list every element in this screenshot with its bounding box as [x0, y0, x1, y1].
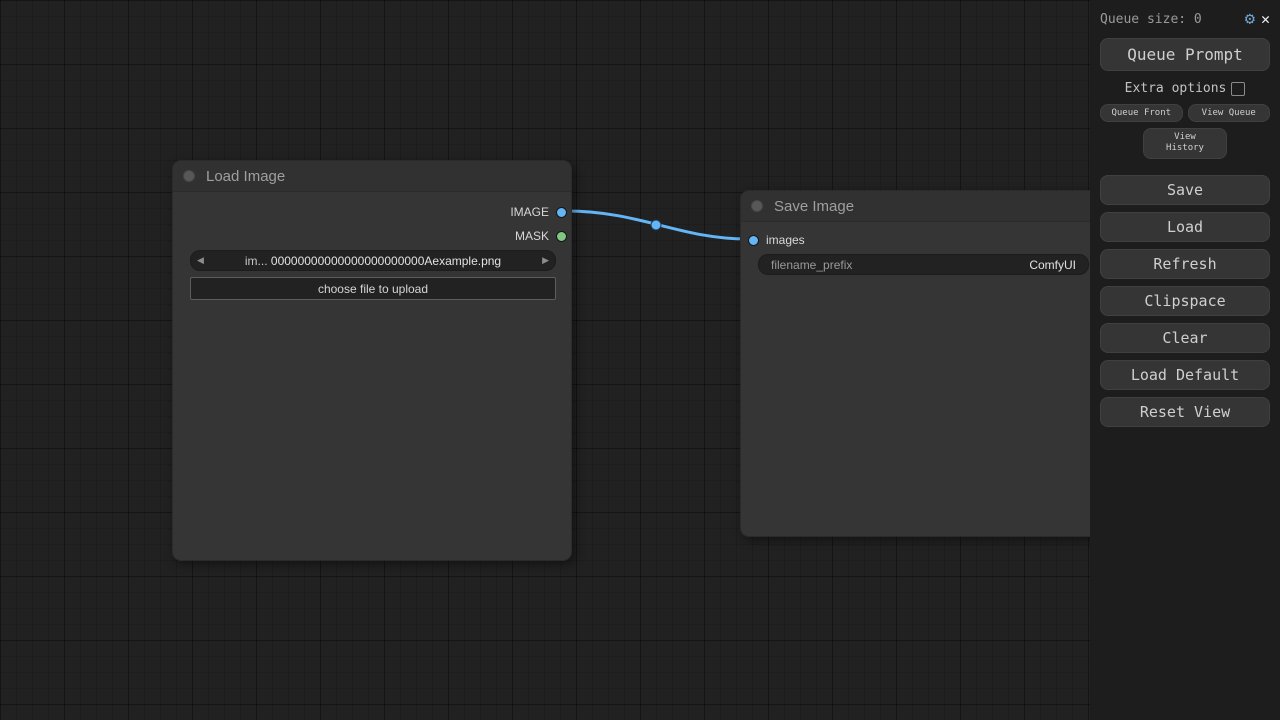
queue-size-label: Queue size: 0	[1100, 12, 1239, 27]
link-midpoint-dot[interactable]	[651, 220, 661, 230]
combo-right-arrow-icon[interactable]: ▶	[542, 255, 549, 266]
filename-prefix-widget[interactable]: filename_prefix ComfyUI	[758, 254, 1089, 275]
node-load-image[interactable]: Load Image IMAGE MASK ◀ im... 0000000000…	[172, 160, 572, 561]
refresh-button[interactable]: Refresh	[1100, 249, 1270, 279]
queue-size-row: Queue size: 0 ⚙ ✕	[1100, 8, 1270, 30]
clear-button[interactable]: Clear	[1100, 323, 1270, 353]
sidebar-button-group: Save Load Refresh Clipspace Clear Load D…	[1100, 175, 1270, 427]
settings-gear-icon[interactable]: ⚙	[1245, 11, 1255, 28]
collapse-dot[interactable]	[751, 200, 763, 212]
view-history-button[interactable]: View History	[1143, 128, 1227, 159]
collapse-dot[interactable]	[183, 170, 195, 182]
output-dot-image[interactable]	[556, 207, 567, 218]
load-button[interactable]: Load	[1100, 212, 1270, 242]
output-slot-image[interactable]: IMAGE	[510, 204, 567, 220]
view-queue-button[interactable]: View Queue	[1188, 104, 1271, 122]
reset-view-button[interactable]: Reset View	[1100, 397, 1270, 427]
output-label: MASK	[515, 229, 549, 243]
widget-value: ComfyUI	[1029, 258, 1076, 272]
input-label: images	[766, 233, 805, 247]
load-default-button[interactable]: Load Default	[1100, 360, 1270, 390]
node-title: Load Image	[206, 168, 285, 185]
choose-file-button[interactable]: choose file to upload	[190, 277, 556, 300]
combo-text: im... 00000000000000000000000Aexample.pn…	[204, 254, 542, 268]
combo-left-arrow-icon[interactable]: ◀	[197, 255, 204, 266]
queue-front-button[interactable]: Queue Front	[1100, 104, 1183, 122]
clipspace-button[interactable]: Clipspace	[1100, 286, 1270, 316]
extra-options-label: Extra options	[1125, 81, 1227, 96]
node-graph-canvas[interactable]: Load Image IMAGE MASK ◀ im... 0000000000…	[0, 0, 1280, 720]
extra-options-checkbox[interactable]	[1231, 82, 1245, 96]
input-slot-images[interactable]: images	[748, 232, 805, 248]
output-label: IMAGE	[510, 205, 549, 219]
queue-mini-buttons: Queue Front View Queue	[1100, 104, 1270, 122]
widget-value: 00000000000000000000000Aexample.png	[271, 254, 501, 268]
node-title: Save Image	[774, 198, 854, 215]
queue-prompt-button[interactable]: Queue Prompt	[1100, 38, 1270, 71]
node-header[interactable]: Load Image	[173, 161, 571, 192]
output-slot-mask[interactable]: MASK	[515, 228, 567, 244]
image-combo-widget[interactable]: ◀ im... 00000000000000000000000Aexample.…	[190, 250, 556, 271]
node-header[interactable]: Save Image	[741, 191, 1101, 222]
save-button[interactable]: Save	[1100, 175, 1270, 205]
comfy-menu: Queue size: 0 ⚙ ✕ Queue Prompt Extra opt…	[1090, 0, 1280, 720]
close-icon[interactable]: ✕	[1261, 12, 1270, 27]
widget-name: filename_prefix	[771, 258, 1029, 272]
node-save-image[interactable]: Save Image images filename_prefix ComfyU…	[740, 190, 1102, 537]
image-link[interactable]	[566, 211, 747, 239]
view-history-label: View History	[1163, 132, 1207, 155]
widget-name: im...	[245, 254, 268, 268]
output-dot-mask[interactable]	[556, 231, 567, 242]
input-dot-images[interactable]	[748, 235, 759, 246]
extra-options-row: Extra options	[1100, 81, 1270, 96]
